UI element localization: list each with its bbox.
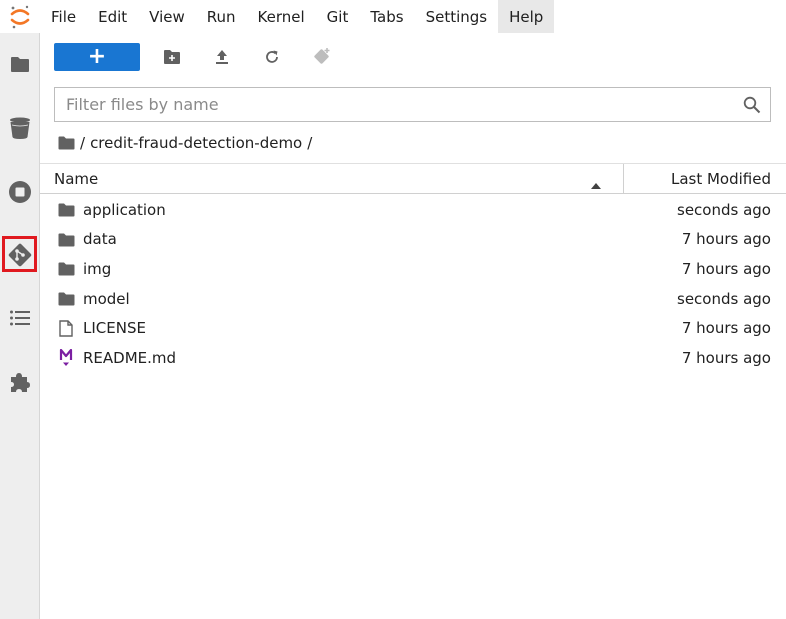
search-icon[interactable] [734,88,770,121]
file-name: README.md [83,348,177,367]
menu-settings[interactable]: Settings [415,0,499,33]
file-modified: seconds ago [677,200,771,219]
breadcrumb: / credit-fraud-detection-demo / [58,132,317,154]
file-modified: 7 hours ago [681,319,771,338]
file-row-img[interactable]: img 7 hours ago [40,254,786,284]
file-row-readme[interactable]: README.md 7 hours ago [40,343,786,373]
file-modified: seconds ago [677,289,771,308]
running-icon[interactable] [0,108,40,148]
file-list: application seconds ago data 7 hours ago… [40,195,786,373]
file-list-header: Name Last Modified [40,163,786,194]
file-modified: 7 hours ago [681,230,771,249]
filter-box [54,87,771,122]
breadcrumb-separator: / [80,134,86,152]
menu-kernel[interactable]: Kernel [247,0,316,33]
home-folder-icon[interactable] [58,136,75,150]
file-name: LICENSE [83,319,146,338]
column-header-name-label: Name [54,169,99,188]
file-name: img [83,259,112,278]
column-header-name[interactable]: Name [40,164,623,193]
stop-icon[interactable] [0,172,40,212]
file-icon [57,319,75,337]
file-browser-toolbar: + [54,43,338,71]
new-folder-button[interactable] [156,43,188,71]
menu-git[interactable]: Git [316,0,360,33]
file-browser-panel: + / credit-fraud-detection-demo / Name [40,33,786,619]
menu-edit[interactable]: Edit [87,0,138,33]
extension-icon[interactable] [0,362,40,402]
menu-run[interactable]: Run [196,0,247,33]
file-row-license[interactable]: LICENSE 7 hours ago [40,313,786,343]
breadcrumb-folder[interactable]: credit-fraud-detection-demo [90,134,302,152]
file-row-application[interactable]: application seconds ago [40,195,786,225]
jupyter-logo-icon [0,0,40,33]
file-name: data [83,230,117,249]
git-icon[interactable] [0,235,40,275]
upload-button[interactable] [206,43,238,71]
file-row-model[interactable]: model seconds ago [40,284,786,314]
folder-icon [57,201,75,219]
file-modified: 7 hours ago [681,348,771,367]
menu-bar: File Edit View Run Kernel Git Tabs Setti… [0,0,786,33]
menu-help[interactable]: Help [498,0,555,33]
column-header-modified-label: Last Modified [670,169,771,188]
menu-file[interactable]: File [40,0,87,33]
file-modified: 7 hours ago [681,259,771,278]
file-row-data[interactable]: data 7 hours ago [40,225,786,255]
git-clone-icon [306,43,338,71]
menu-tabs[interactable]: Tabs [359,0,414,33]
left-sidebar [0,33,40,619]
filter-input[interactable] [55,88,734,121]
menu-view[interactable]: View [138,0,196,33]
file-name: model [83,289,130,308]
toc-icon[interactable] [0,298,40,338]
folder-icon [57,290,75,308]
new-launcher-button[interactable]: + [54,43,140,71]
folder-icon [57,260,75,278]
column-header-modified[interactable]: Last Modified [623,164,786,193]
breadcrumb-separator: / [307,134,313,152]
file-name: application [83,200,166,219]
sort-ascending-icon [591,175,601,193]
folder-icon[interactable] [0,44,40,84]
markdown-icon [57,348,75,367]
refresh-button[interactable] [256,43,288,71]
folder-icon [57,231,75,249]
